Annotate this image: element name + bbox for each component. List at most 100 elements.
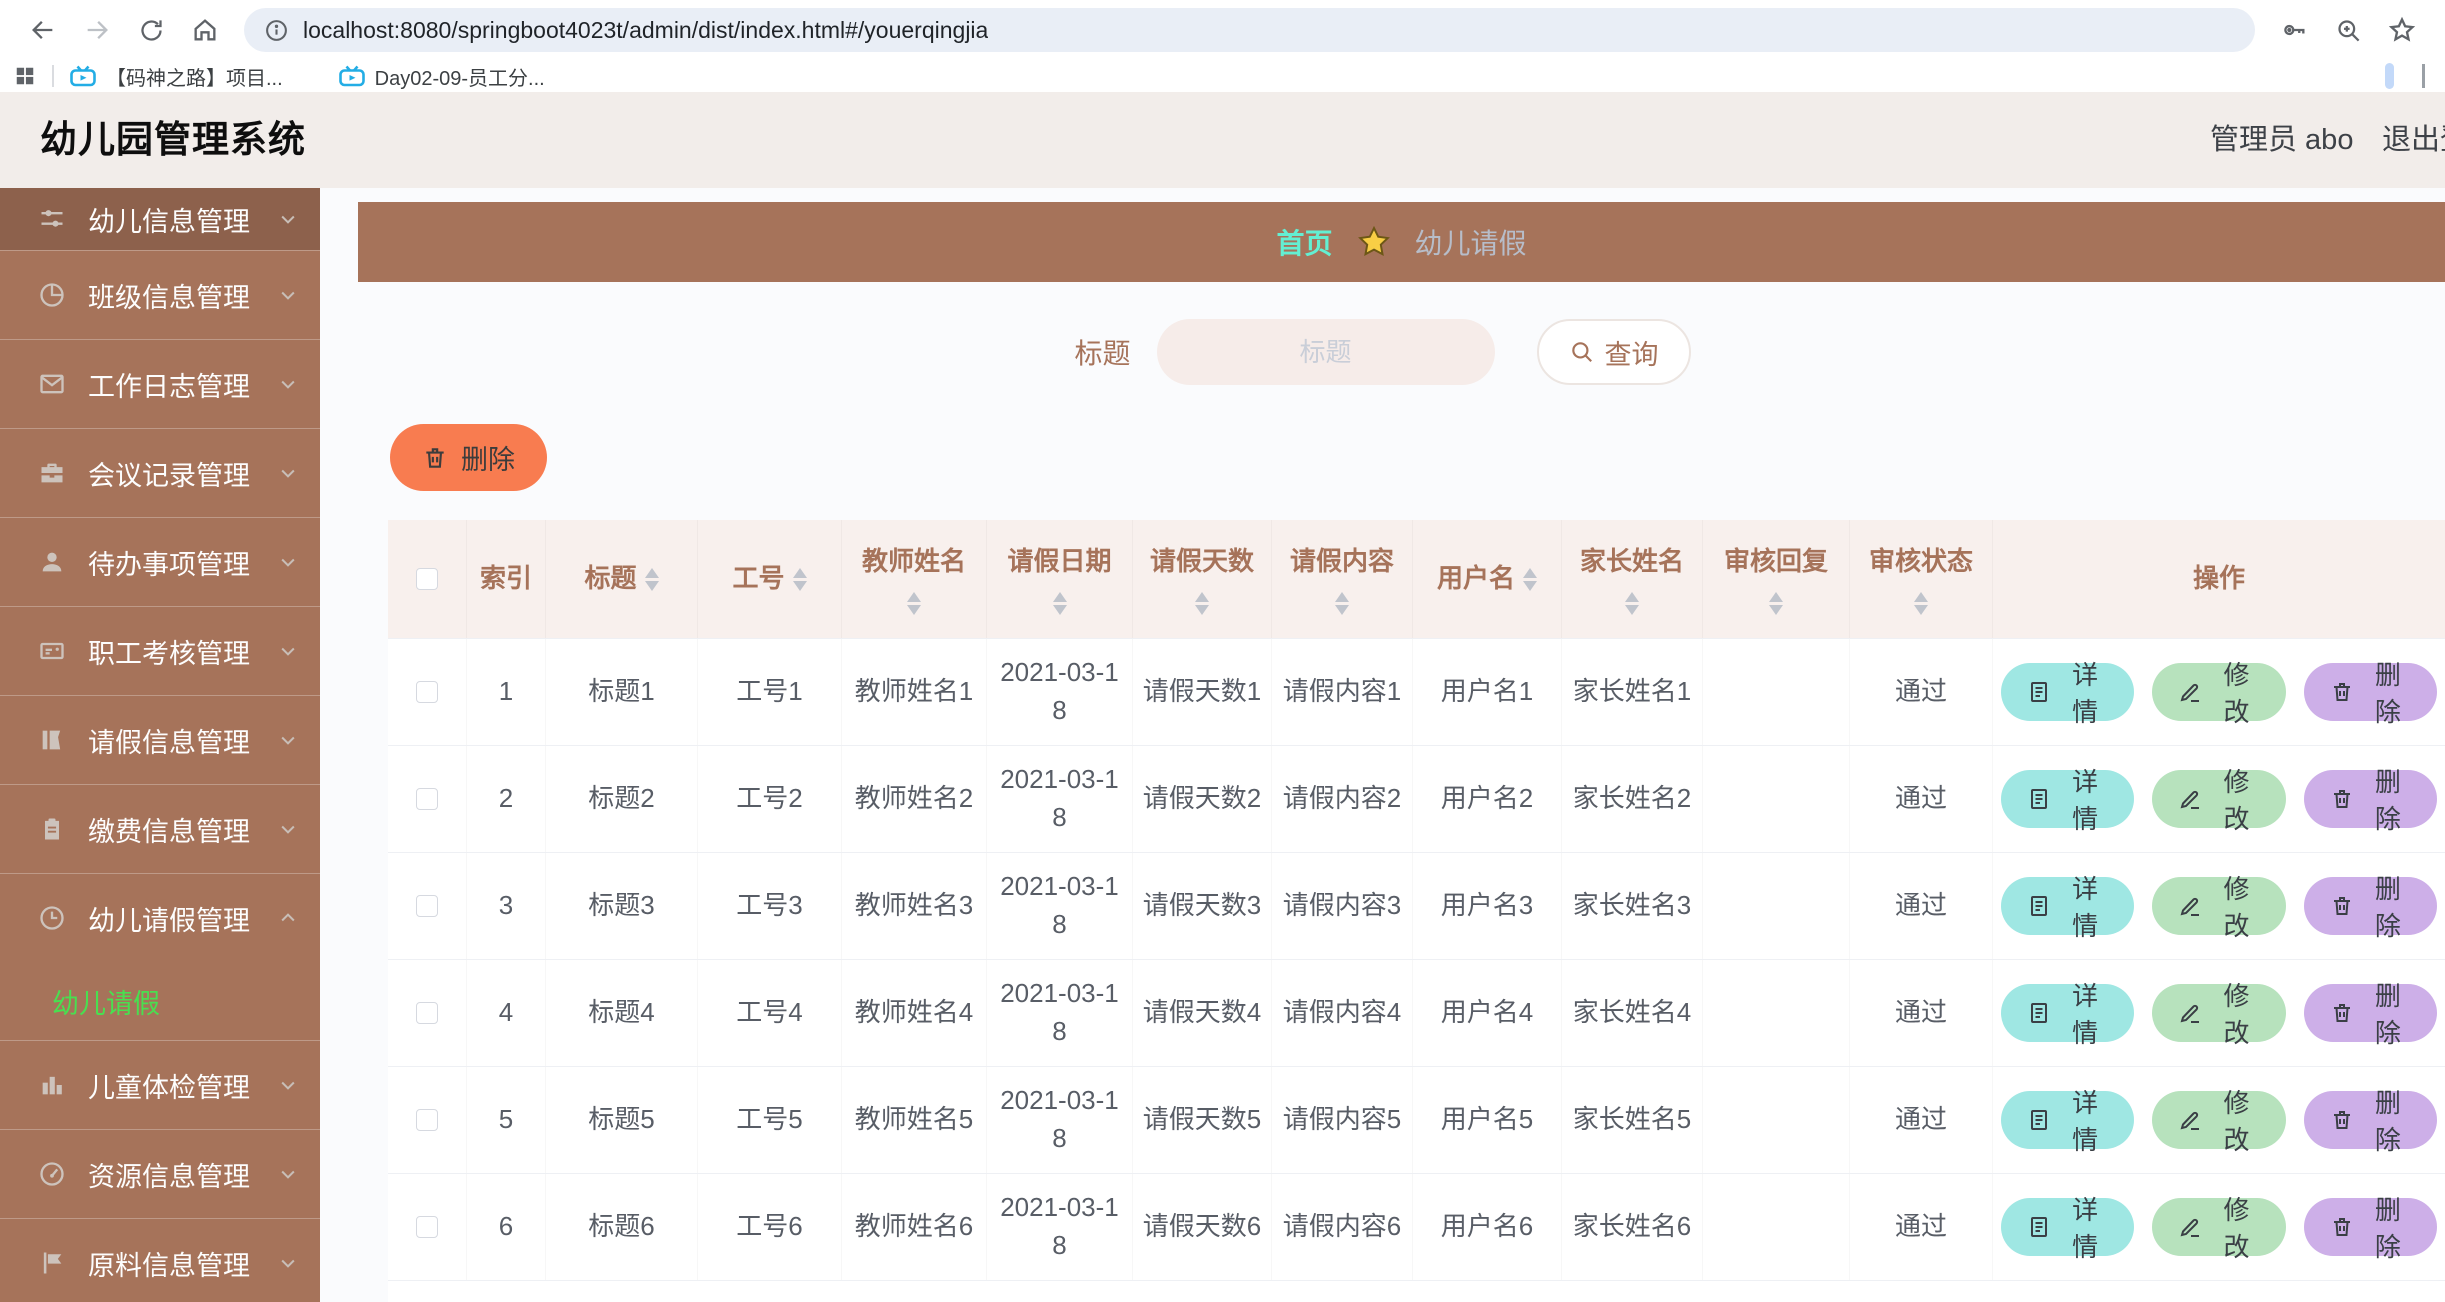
delete-button[interactable]: 删除 [2303, 1088, 2437, 1155]
table-cell: 6 [467, 1174, 546, 1280]
table-row: 6 标题6 工号6 教师姓名6 2021-03-18 请假天数6 请假内容6 用户名6 家长姓名… [388, 1173, 2445, 1280]
sidebar-item[interactable]: 原料信息管理 [0, 1219, 320, 1302]
trash-icon [2330, 680, 2354, 704]
delete-button[interactable]: 删除 [2303, 767, 2437, 834]
edit-button[interactable]: 修改 [2152, 767, 2286, 834]
table-cell: 教师姓名3 [842, 853, 987, 959]
column-header-label: 请假内容 [1289, 545, 1394, 576]
row-checkbox[interactable] [416, 681, 438, 703]
info-icon[interactable] [264, 18, 289, 43]
query-button[interactable]: 查询 [1536, 319, 1691, 385]
row-checkbox-cell [388, 853, 467, 959]
bilibili-icon [338, 65, 365, 87]
user-label: 管理员 abo [2210, 124, 2354, 156]
detail-button[interactable]: 详情 [2001, 874, 2135, 941]
sidebar-item[interactable]: 班级信息管理 [0, 251, 320, 339]
delete-button[interactable]: 删除 [2303, 1195, 2437, 1262]
table-cell: 工号4 [698, 960, 842, 1066]
sidebar-item[interactable]: 会议记录管理 [0, 429, 320, 517]
logout-button[interactable]: 退出登录 [2382, 92, 2445, 188]
key-icon[interactable] [2274, 10, 2314, 50]
sidebar-item[interactable]: 缴费信息管理 [0, 785, 320, 873]
bulk-delete-button[interactable]: 删除 [390, 424, 547, 491]
sort-carets[interactable] [1914, 592, 1928, 616]
edit-button[interactable]: 修改 [2152, 874, 2286, 941]
column-header-label: 家长姓名 [1579, 545, 1684, 576]
table-cell: 教师姓名2 [842, 746, 987, 852]
table-cell: 2021-03-18 [987, 960, 1133, 1066]
chevron-down-icon [278, 1164, 298, 1184]
row-checkbox[interactable] [416, 1216, 438, 1238]
postcard-icon [38, 637, 66, 665]
back-icon[interactable] [23, 10, 63, 50]
row-checkbox[interactable] [416, 788, 438, 810]
forward-icon[interactable] [77, 10, 117, 50]
sidebar-item[interactable]: 待办事项管理 [0, 518, 320, 606]
reload-icon[interactable] [131, 10, 171, 50]
row-checkbox-cell [388, 1067, 467, 1173]
sidebar-item-label: 资源信息管理 [88, 1161, 250, 1192]
sort-carets[interactable] [1052, 592, 1067, 616]
edit-button[interactable]: 修改 [2152, 1088, 2286, 1155]
select-all-checkbox[interactable] [416, 568, 438, 590]
sort-carets[interactable] [1769, 592, 1783, 616]
sidebar-item[interactable]: 职工考核管理 [0, 607, 320, 695]
bookmark-star-icon[interactable] [2382, 10, 2422, 50]
browser-chrome: localhost:8080/springboot4023t/admin/dis… [0, 0, 2445, 92]
document-icon [2027, 787, 2051, 811]
sidebar-item-label: 待办事项管理 [88, 549, 250, 580]
table-cell: 请假天数1 [1133, 639, 1272, 745]
sort-carets[interactable] [792, 567, 807, 591]
search-input[interactable] [1156, 319, 1495, 385]
sidebar-item[interactable]: 资源信息管理 [0, 1130, 320, 1218]
column-header: 索引 [467, 520, 546, 638]
sort-carets[interactable] [1625, 592, 1639, 616]
row-checkbox[interactable] [416, 1109, 438, 1131]
edit-button[interactable]: 修改 [2152, 981, 2286, 1048]
edit-button[interactable]: 修改 [2152, 660, 2286, 727]
edit-button[interactable]: 修改 [2152, 1195, 2286, 1262]
chevron-down-icon [278, 730, 298, 750]
pie-chart-icon [38, 281, 66, 309]
table-cell: 工号6 [698, 1174, 842, 1280]
detail-button[interactable]: 详情 [2001, 660, 2135, 727]
sidebar-item[interactable]: 请假信息管理 [0, 696, 320, 784]
pen-icon [2178, 1215, 2202, 1239]
sidebar-item[interactable]: 工作日志管理 [0, 340, 320, 428]
sidebar-item[interactable]: 幼儿信息管理 [0, 188, 320, 250]
row-checkbox[interactable] [416, 1002, 438, 1024]
delete-button[interactable]: 删除 [2303, 660, 2437, 727]
row-checkbox[interactable] [416, 895, 438, 917]
sidebar-item[interactable]: 幼儿请假管理 [0, 874, 320, 962]
sort-carets[interactable] [644, 567, 659, 591]
table-cell: 教师姓名1 [842, 639, 987, 745]
sidebar-subitem[interactable]: 幼儿请假 [0, 962, 320, 1040]
detail-button[interactable]: 详情 [2001, 1088, 2135, 1155]
zoom-icon[interactable] [2328, 10, 2368, 50]
sort-carets[interactable] [1523, 567, 1537, 591]
detail-button[interactable]: 详情 [2001, 767, 2135, 834]
table-header: 索引 标题 工号 教师姓名 请假日期 请假天数 请假内容 用户名 家长姓名 审核回复 审核状态 操作 [388, 520, 2445, 638]
sidebar-item-label: 原料信息管理 [88, 1250, 250, 1281]
url-bar[interactable]: localhost:8080/springboot4023t/admin/dis… [244, 8, 2255, 52]
detail-button[interactable]: 详情 [2001, 1195, 2135, 1262]
table-cell: 请假内容2 [1272, 746, 1413, 852]
sort-carets[interactable] [1335, 592, 1349, 616]
detail-button[interactable]: 详情 [2001, 981, 2135, 1048]
envelope-icon [38, 370, 66, 398]
breadcrumb-home[interactable]: 首页 [1276, 222, 1332, 262]
bookmark-item[interactable]: 【码神之路】项目... [70, 62, 283, 91]
sort-carets[interactable] [1195, 592, 1209, 616]
table-cell: 3 [467, 853, 546, 959]
delete-button[interactable]: 删除 [2303, 981, 2437, 1048]
sort-carets[interactable] [907, 592, 921, 616]
delete-button[interactable]: 删除 [2303, 874, 2437, 941]
bookmark-item[interactable]: Day02-09-员工分... [338, 62, 545, 91]
bookmark-label: 【码神之路】项目... [106, 67, 283, 90]
row-checkbox-cell [388, 746, 467, 852]
home-icon[interactable] [185, 10, 225, 50]
table-row-partial [388, 1280, 2445, 1302]
document-icon [2027, 1001, 2051, 1025]
sidebar-item[interactable]: 儿童体检管理 [0, 1041, 320, 1129]
apps-grid-icon[interactable] [14, 65, 36, 87]
